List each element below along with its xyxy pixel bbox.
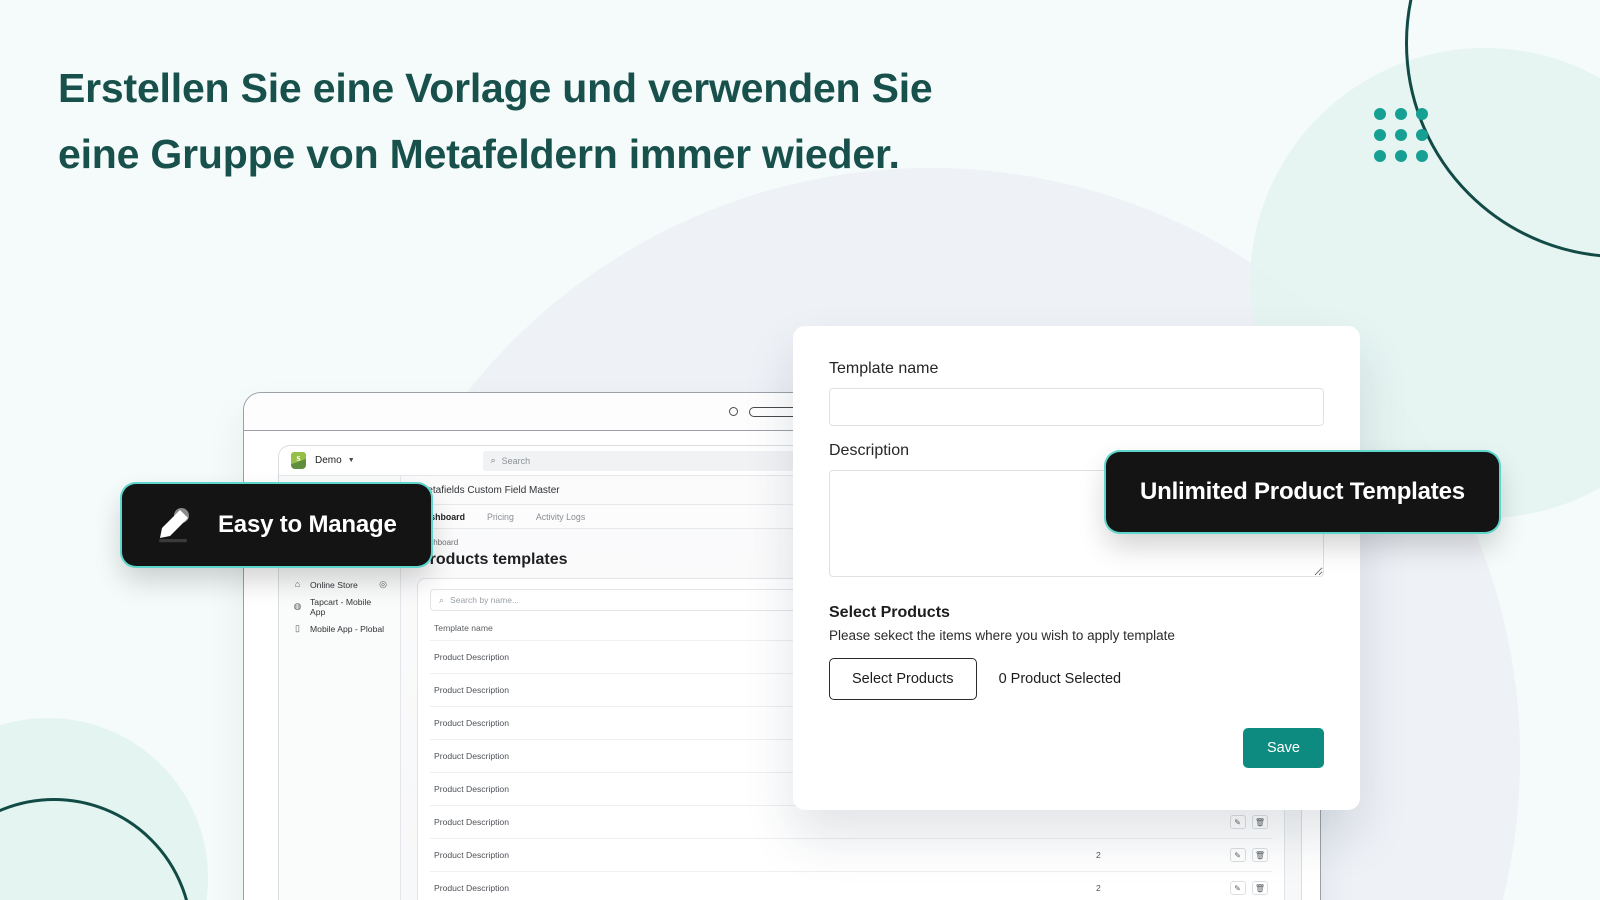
tab-pricing[interactable]: Pricing xyxy=(487,512,514,522)
sidebar-item-online-store[interactable]: ⌂ Online Store ◎ xyxy=(284,574,395,595)
cell-count xyxy=(1092,805,1202,839)
template-name-input[interactable] xyxy=(829,388,1324,426)
trash-icon[interactable]: 🗑 xyxy=(1252,815,1268,829)
table-row[interactable]: Product Description 2 ✎ 🗑 xyxy=(430,838,1272,872)
save-button[interactable]: Save xyxy=(1242,728,1324,768)
promo-banner: Erstellen Sie eine Vorlage und verwenden… xyxy=(0,0,1600,900)
search-icon: ⌕ xyxy=(439,594,445,605)
pencil-icon[interactable]: ✎ xyxy=(1229,815,1246,829)
template-form-card: Template name Description Select Product… xyxy=(793,326,1360,810)
trash-icon[interactable]: 🗑 xyxy=(1252,881,1268,895)
pencil-icon[interactable]: ✎ xyxy=(1229,881,1246,895)
table-row[interactable]: Product Description ✎ 🗑 xyxy=(430,805,1272,839)
sidebar-item-label: Mobile App - Plobal xyxy=(310,623,385,634)
mobile-icon: ▯ xyxy=(295,623,300,633)
selected-count-text: 0 Product Selected xyxy=(998,671,1122,687)
nine-dot-grid-icon xyxy=(1374,108,1428,162)
pencil-icon[interactable]: ✎ xyxy=(1229,848,1246,862)
table-search-placeholder: Search by name... xyxy=(450,595,520,605)
page-title: Erstellen Sie eine Vorlage und verwenden… xyxy=(58,56,1118,187)
cell-count: 2 xyxy=(1092,871,1202,900)
table-row[interactable]: Product Description 2 ✎ 🗑 xyxy=(430,871,1272,900)
chevron-down-icon[interactable]: ▼ xyxy=(348,457,355,464)
pencil-eraser-icon xyxy=(152,500,198,551)
cell-count: 2 xyxy=(1092,838,1202,872)
trash-icon[interactable]: 🗑 xyxy=(1252,848,1268,862)
app-icon: ◍ xyxy=(293,601,302,611)
cell-template-name: Product Description xyxy=(430,838,1092,872)
template-name-label: Template name xyxy=(829,360,939,377)
storefront-icon: ⌂ xyxy=(294,579,301,589)
cell-actions: ✎ 🗑 xyxy=(1202,871,1272,900)
tab-activity-logs[interactable]: Activity Logs xyxy=(536,512,585,522)
badge-label: Unlimited Product Templates xyxy=(1140,478,1465,505)
select-products-row: Select Products 0 Product Selected xyxy=(829,658,1324,700)
search-icon: ⌕ xyxy=(490,455,496,465)
cell-template-name: Product Description xyxy=(430,871,1092,900)
headline-line-1: Erstellen Sie eine Vorlage und verwenden… xyxy=(58,65,933,111)
cell-actions: ✎ 🗑 xyxy=(1202,805,1272,839)
eye-icon[interactable]: ◎ xyxy=(379,579,387,590)
sidebar-item-label: Online Store xyxy=(310,579,358,590)
shopify-logo-icon xyxy=(291,452,306,469)
global-search-placeholder: Search xyxy=(501,455,531,466)
store-name[interactable]: Demo xyxy=(315,455,342,466)
select-products-subtext: Please sekect the items where you wish t… xyxy=(829,628,1175,643)
select-products-heading: Select Products xyxy=(829,604,950,621)
cell-template-name: Product Description xyxy=(430,805,1092,839)
cell-actions: ✎ 🗑 xyxy=(1202,838,1272,872)
badge-label: Easy to Manage xyxy=(218,511,397,538)
badge-easy-to-manage: Easy to Manage xyxy=(122,484,431,566)
sidebar-item-label: Tapcart - Mobile App xyxy=(310,596,372,617)
headline-line-2: eine Gruppe von Metafeldern immer wieder… xyxy=(58,130,900,177)
sidebar-item-tapcart[interactable]: ◍ Tapcart - Mobile App xyxy=(284,596,395,617)
camera-icon xyxy=(729,407,738,416)
save-row: Save xyxy=(829,728,1324,768)
sidebar-item-plobal[interactable]: ▯ Mobile App - Plobal xyxy=(284,618,395,639)
select-products-button[interactable]: Select Products xyxy=(829,658,977,700)
badge-unlimited-product-templates: Unlimited Product Templates xyxy=(1106,452,1499,532)
